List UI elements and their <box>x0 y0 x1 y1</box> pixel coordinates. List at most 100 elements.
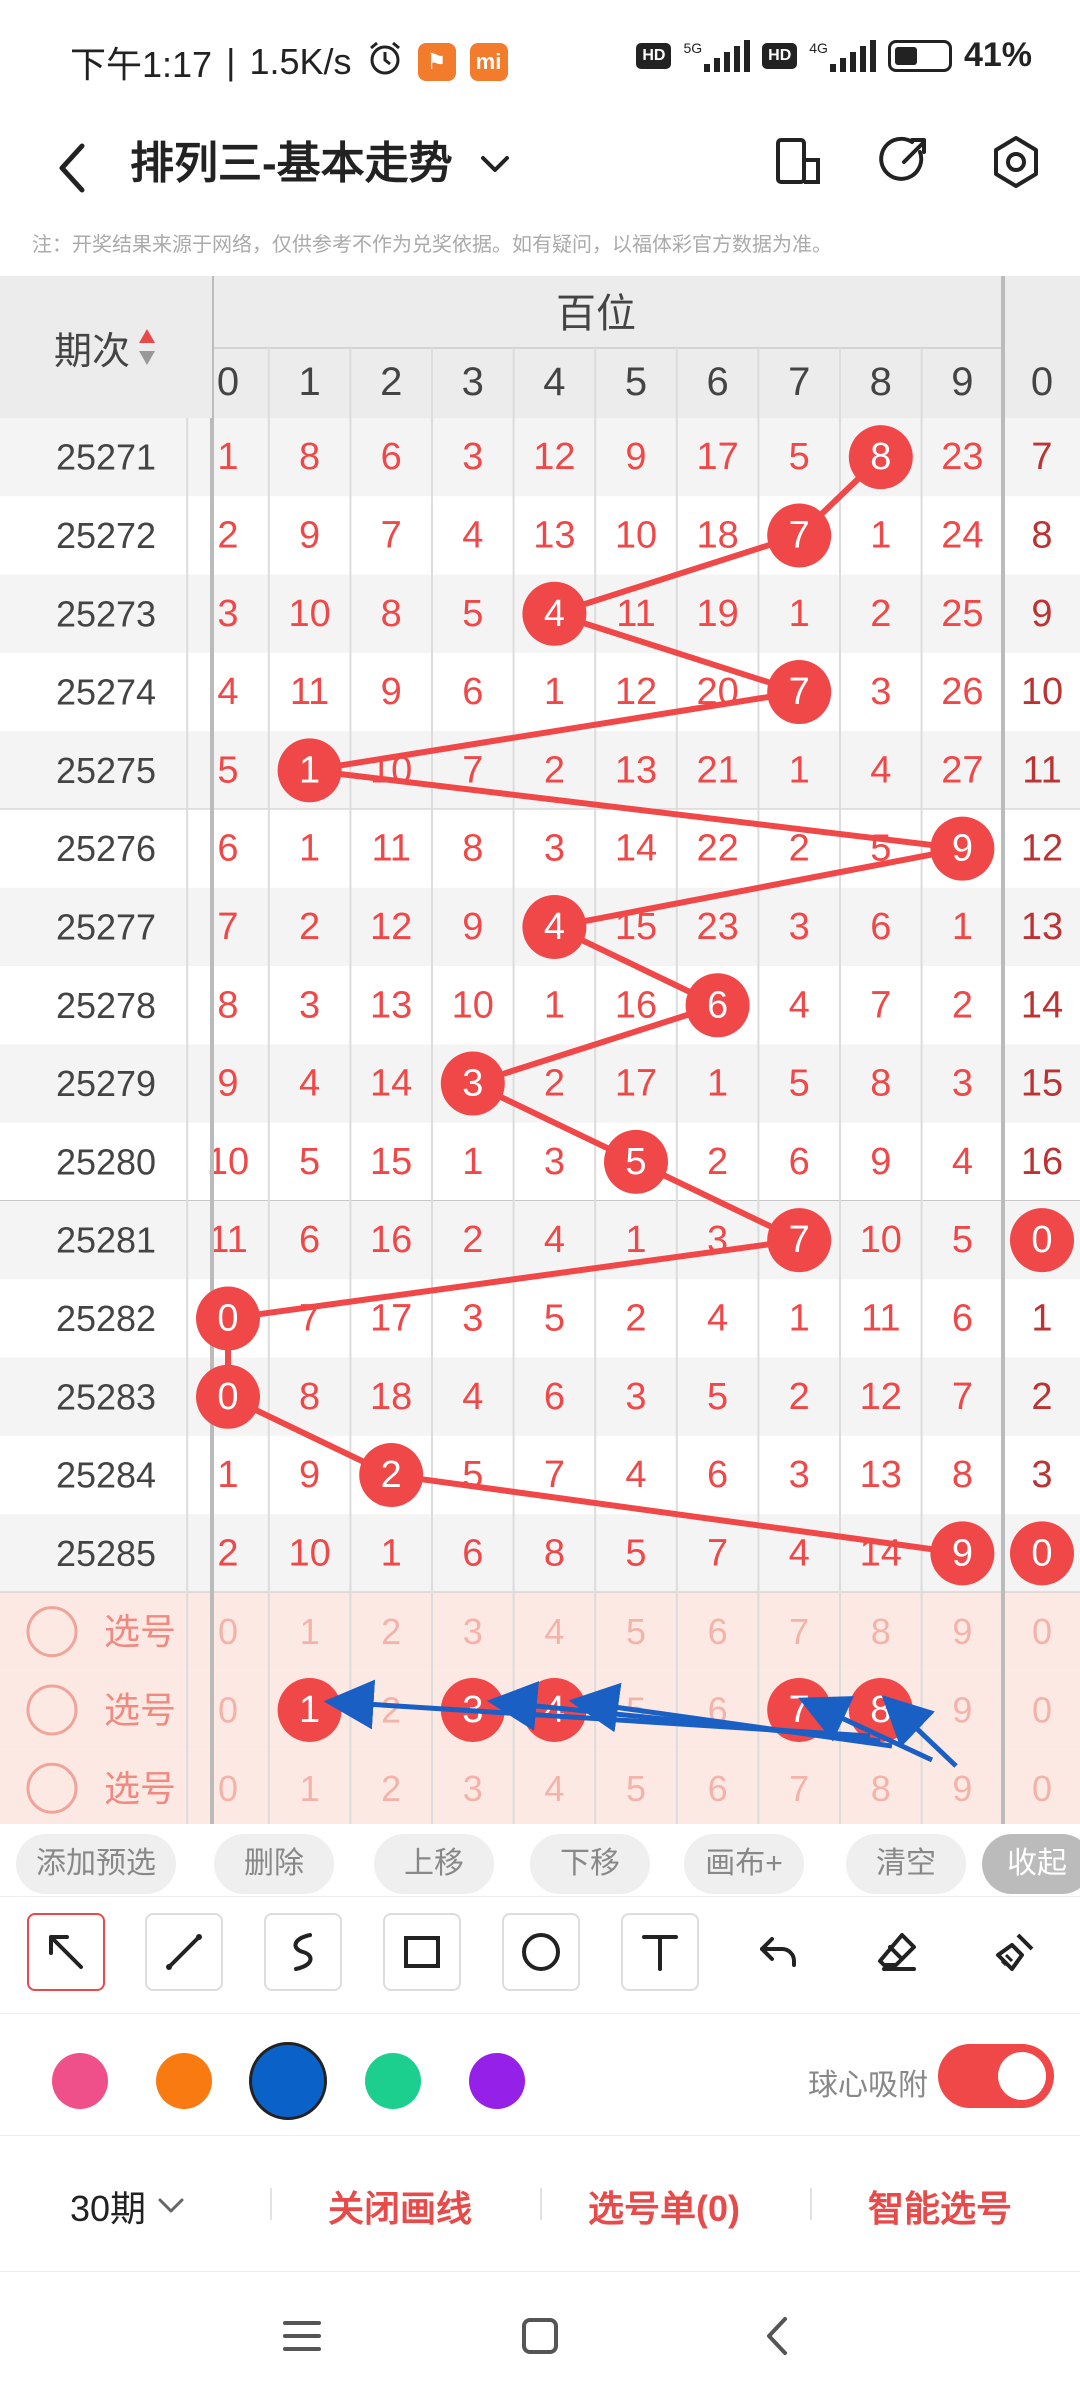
tool-line[interactable] <box>145 1913 223 1991</box>
miss-count-cell: 1 <box>544 984 565 1026</box>
color-swatch-green[interactable] <box>365 2053 421 2109</box>
period-sort-header[interactable]: 期次 <box>0 276 212 418</box>
miss-count-cell: 5 <box>217 749 238 791</box>
gear-icon <box>994 136 1038 188</box>
share-button[interactable] <box>864 122 944 202</box>
miss-count-cell: 2 <box>299 906 320 948</box>
separator <box>810 2188 812 2220</box>
miss-count-cell: 25 <box>941 593 983 635</box>
pick-digit: 7 <box>789 1768 809 1809</box>
snap-toggle[interactable] <box>938 2044 1054 2108</box>
period-count-select[interactable]: 30期 <box>70 2180 186 2232</box>
move-down-button[interactable]: 下移 <box>530 1834 650 1894</box>
next-col-cell: 1 <box>1031 1297 1052 1339</box>
arrow-select-icon <box>49 1935 83 1969</box>
miss-count-cell: 4 <box>462 1376 483 1418</box>
pick-digit-next: 0 <box>1032 1611 1052 1652</box>
pick-digit: 5 <box>626 1689 646 1730</box>
miss-count-cell: 18 <box>370 1376 412 1418</box>
pick-list-button[interactable]: 选号单(0) <box>588 2180 740 2232</box>
home-nav-button[interactable] <box>500 2296 580 2376</box>
miss-count-cell: 4 <box>789 984 810 1026</box>
snap-label: 球心吸附 <box>808 2069 928 2102</box>
miss-count-cell: 11 <box>616 593 655 635</box>
net-speed: 1.5K/s <box>249 41 352 82</box>
tool-select[interactable] <box>27 1913 105 1991</box>
period-25276: 25276 <box>56 828 156 869</box>
pick-digit: 4 <box>544 1611 564 1652</box>
hit-ball-number: 7 <box>789 1219 810 1261</box>
tool-clear-brush[interactable] <box>976 1913 1054 1991</box>
pick-digit: 6 <box>708 1689 728 1730</box>
hit-ball-number: 6 <box>707 984 728 1026</box>
status-bar: 下午1:17 | 1.5K/s ⚑ mi HD 5G HD 4G 41% <box>0 0 1080 110</box>
period-25272: 25272 <box>56 515 156 556</box>
column-header-5: 5 <box>625 360 647 404</box>
bottom-action-bar: 30期 关闭画线 选号单(0) 智能选号 <box>0 2136 1080 2272</box>
tool-undo[interactable] <box>740 1913 818 1991</box>
chevron-down-icon <box>480 156 509 172</box>
pick-row-label: 选号 <box>104 1611 176 1652</box>
page-title-dropdown[interactable]: 排列三-基本走势 <box>130 124 511 204</box>
period-25285: 25285 <box>56 1533 156 1574</box>
back-button[interactable] <box>44 132 104 202</box>
pick-digit: 3 <box>463 1768 483 1809</box>
collapse-button[interactable]: 收起 <box>982 1834 1080 1894</box>
layout-toggle-button[interactable] <box>758 122 838 202</box>
miss-count-cell: 2 <box>544 749 565 791</box>
menu-nav-button[interactable] <box>262 2296 342 2376</box>
miss-count-cell: 10 <box>288 593 330 635</box>
column-header-4: 4 <box>543 360 565 404</box>
miss-count-cell: 2 <box>870 593 891 635</box>
miss-count-cell: 5 <box>952 1219 973 1261</box>
pick-digit: 7 <box>789 1611 809 1652</box>
tool-curve[interactable] <box>264 1913 342 1991</box>
color-swatch-blue[interactable] <box>249 2042 327 2120</box>
group-label-hundreds: 百位 <box>556 292 636 336</box>
miss-count-cell: 1 <box>625 1219 646 1261</box>
trend-chart-area[interactable]: 百位 0 1 2 3 4 5 6 7 8 9 0 25271 1 8 6 3 12 9 17 5 23 7 25272 2 9 7 4… <box>0 276 1080 1824</box>
tool-text[interactable] <box>621 1913 699 1991</box>
miss-count-cell: 6 <box>870 906 891 948</box>
miss-count-cell: 23 <box>696 906 738 948</box>
canvas-plus-button[interactable]: 画布+ <box>684 1834 804 1894</box>
tool-rectangle[interactable] <box>383 1913 461 1991</box>
system-nav-bar <box>0 2272 1080 2400</box>
next-hit-ball-number: 0 <box>1031 1219 1052 1261</box>
period-25283: 25283 <box>56 1376 156 1417</box>
line-icon <box>166 1934 202 1970</box>
tool-eraser[interactable] <box>858 1913 936 1991</box>
settings-button[interactable] <box>976 122 1056 202</box>
close-lines-button[interactable]: 关闭画线 <box>328 2180 472 2232</box>
selected-pick-number: 7 <box>789 1689 810 1731</box>
miss-count-cell: 8 <box>544 1532 565 1574</box>
color-swatch-orange[interactable] <box>156 2053 212 2109</box>
clock: 下午1:17 <box>70 44 213 85</box>
tool-circle[interactable] <box>502 1913 580 1991</box>
smart-pick-button[interactable]: 智能选号 <box>868 2180 1012 2232</box>
miss-count-cell: 11 <box>371 828 410 870</box>
clear-button[interactable]: 清空 <box>846 1834 966 1894</box>
add-preselect-button[interactable]: 添加预选 <box>16 1834 176 1894</box>
miss-count-cell: 5 <box>462 593 483 635</box>
miss-count-cell: 7 <box>462 749 483 791</box>
miss-count-cell: 2 <box>789 828 810 870</box>
curve-icon <box>293 1933 313 1971</box>
color-swatch-purple[interactable] <box>469 2053 525 2109</box>
delete-button[interactable]: 删除 <box>214 1834 334 1894</box>
back-nav-button[interactable] <box>738 2296 818 2376</box>
color-swatch-pink[interactable] <box>52 2053 108 2109</box>
period-25277: 25277 <box>56 906 156 947</box>
miss-count-cell: 1 <box>544 671 565 713</box>
move-up-button[interactable]: 上移 <box>374 1834 494 1894</box>
miss-count-cell: 1 <box>789 1297 810 1339</box>
miss-count-cell: 27 <box>941 749 983 791</box>
miss-count-cell: 6 <box>707 1454 728 1496</box>
trend-grid: 百位0 1 2 3 4 5 6 7 8 9 025271 1 8 6 3 12 9 17 5 23 725272 2 9 7 4… <box>0 276 1080 1824</box>
miss-count-cell: 6 <box>217 828 238 870</box>
miss-count-cell: 1 <box>789 749 810 791</box>
miss-count-cell: 18 <box>696 514 738 556</box>
miss-count-cell: 17 <box>370 1297 412 1339</box>
column-header-next: 0 <box>1031 360 1053 404</box>
miss-count-cell: 7 <box>952 1376 973 1418</box>
